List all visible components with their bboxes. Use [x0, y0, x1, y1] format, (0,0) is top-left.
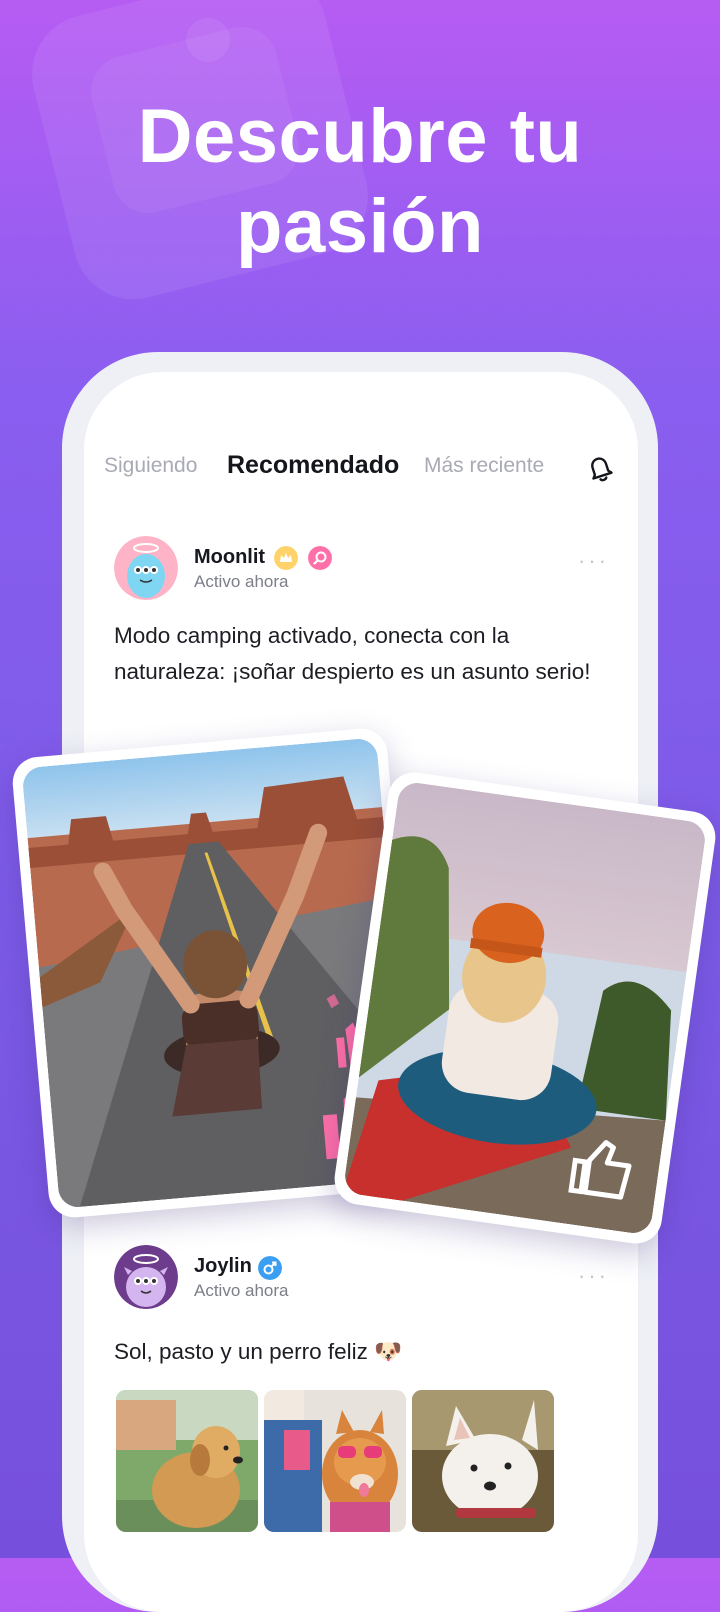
avatar[interactable]: [114, 536, 178, 600]
tab-following[interactable]: Siguiendo: [104, 454, 197, 478]
more-options-icon[interactable]: ···: [578, 1263, 609, 1289]
male-gender-icon: [258, 1256, 282, 1280]
more-options-icon[interactable]: ···: [578, 548, 609, 574]
post-image[interactable]: [116, 1390, 258, 1532]
post-image: [342, 780, 708, 1236]
search-badge-icon: [308, 546, 332, 570]
username[interactable]: Joylin: [194, 1255, 252, 1278]
user-status: Activo ahora: [194, 1281, 289, 1300]
featured-photo-card[interactable]: [331, 769, 719, 1247]
tab-recommended[interactable]: Recomendado: [227, 451, 399, 480]
username[interactable]: Moonlit: [194, 546, 265, 569]
post-image[interactable]: [412, 1390, 554, 1532]
crown-badge-icon: [274, 546, 298, 570]
thumbs-up-icon[interactable]: [564, 1128, 643, 1207]
headline-line-1: Descubre tu: [137, 94, 583, 179]
background-decoration-dot: [186, 18, 230, 62]
user-status: Activo ahora: [194, 572, 289, 591]
post-text: Modo camping activado, conecta con la na…: [114, 623, 591, 684]
bell-icon[interactable]: [584, 452, 616, 484]
post-image[interactable]: [264, 1390, 406, 1532]
post-text: Sol, pasto y un perro feliz 🐶: [114, 1339, 403, 1364]
headline-line-2: pasión: [236, 184, 484, 269]
promo-headline: Descubre tu pasión: [0, 92, 720, 272]
avatar[interactable]: [114, 1245, 178, 1309]
feed-tabs: Siguiendo Recomendado Más reciente: [84, 451, 638, 494]
tab-latest[interactable]: Más reciente: [424, 454, 544, 478]
